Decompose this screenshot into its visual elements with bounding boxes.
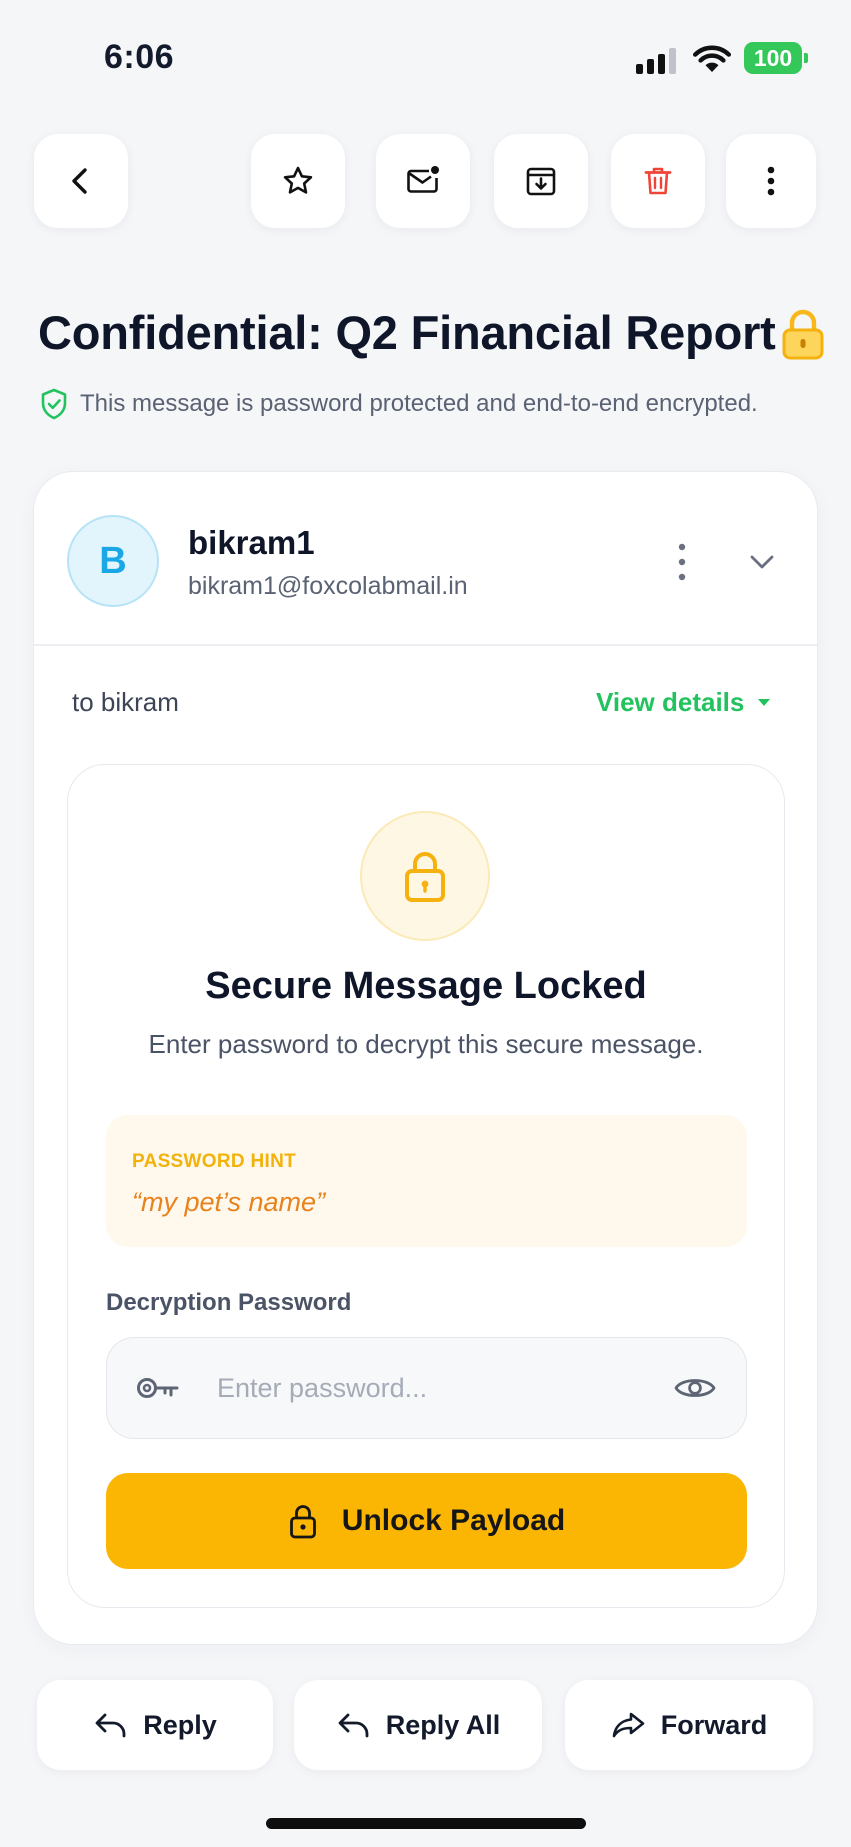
view-details-label: View details	[596, 687, 745, 717]
locked-subtitle: Enter password to decrypt this secure me…	[148, 1029, 704, 1059]
locked-title: Secure Message Locked	[205, 965, 647, 1007]
reply-all-button[interactable]: Reply All	[294, 1680, 542, 1770]
sender-more-icon[interactable]	[662, 540, 702, 584]
more-vertical-icon	[767, 166, 775, 196]
password-field	[106, 1337, 747, 1439]
status-time: 6:06	[104, 38, 175, 76]
forward-label: Forward	[660, 1709, 768, 1740]
chevron-down-icon[interactable]	[742, 542, 782, 582]
more-button[interactable]	[726, 134, 816, 228]
email-card: B bikram1 bikram1@foxcolabmail.in to bik…	[33, 471, 818, 1645]
reply-button[interactable]: Reply	[37, 1680, 273, 1770]
back-button[interactable]	[34, 134, 128, 228]
password-hint-label: PASSWORD HINT	[132, 1151, 296, 1172]
archive-button[interactable]	[494, 134, 588, 228]
password-label: Decryption Password	[106, 1289, 352, 1316]
recipient-line: to bikram	[72, 687, 179, 717]
battery-indicator: 100	[744, 42, 808, 74]
email-subject: Confidential: Q2 Financial Report	[38, 306, 776, 359]
wifi-icon	[693, 45, 731, 72]
avatar: B	[67, 515, 159, 607]
reply-icon	[95, 1713, 126, 1738]
forward-icon	[612, 1712, 645, 1738]
encryption-notice-text: This message is password protected and e…	[80, 390, 758, 417]
top-toolbar	[0, 134, 851, 230]
caret-down-icon	[758, 699, 771, 706]
unlock-payload-button[interactable]: Unlock Payload	[106, 1473, 747, 1569]
reply-all-label: Reply All	[385, 1709, 501, 1740]
locked-message-panel: Secure Message Locked Enter password to …	[67, 764, 785, 1608]
lock-badge	[360, 811, 490, 941]
delete-button[interactable]	[611, 134, 705, 228]
status-bar: 6:06 100	[0, 0, 851, 120]
view-details-link[interactable]: View details	[596, 687, 771, 718]
password-hint-box: PASSWORD HINT “my pet’s name”	[106, 1115, 747, 1247]
divider	[34, 644, 817, 646]
mark-unread-icon	[407, 166, 439, 193]
sender-email: bikram1@foxcolabmail.in	[188, 572, 468, 600]
lock-icon	[782, 309, 824, 360]
cellular-signal-icon	[636, 46, 678, 74]
back-icon	[72, 168, 87, 194]
mark-unread-button[interactable]	[376, 134, 470, 228]
reply-all-icon	[338, 1713, 369, 1738]
lock-icon	[405, 852, 445, 902]
sender-name: bikram1	[188, 524, 315, 561]
home-indicator	[266, 1818, 586, 1829]
password-hint-value: “my pet’s name”	[132, 1187, 326, 1217]
archive-icon	[526, 167, 556, 196]
shield-check-icon	[41, 388, 67, 420]
key-icon	[137, 1378, 179, 1398]
trash-icon	[644, 167, 672, 195]
star-icon	[283, 166, 313, 194]
forward-button[interactable]: Forward	[565, 1680, 813, 1770]
encryption-notice: This message is password protected and e…	[40, 388, 758, 420]
lock-icon	[289, 1505, 316, 1539]
star-button[interactable]	[251, 134, 345, 228]
reply-label: Reply	[143, 1709, 217, 1740]
unlock-button-label: Unlock Payload	[341, 1504, 566, 1537]
password-input[interactable]	[217, 1364, 647, 1412]
eye-icon[interactable]	[673, 1372, 717, 1404]
